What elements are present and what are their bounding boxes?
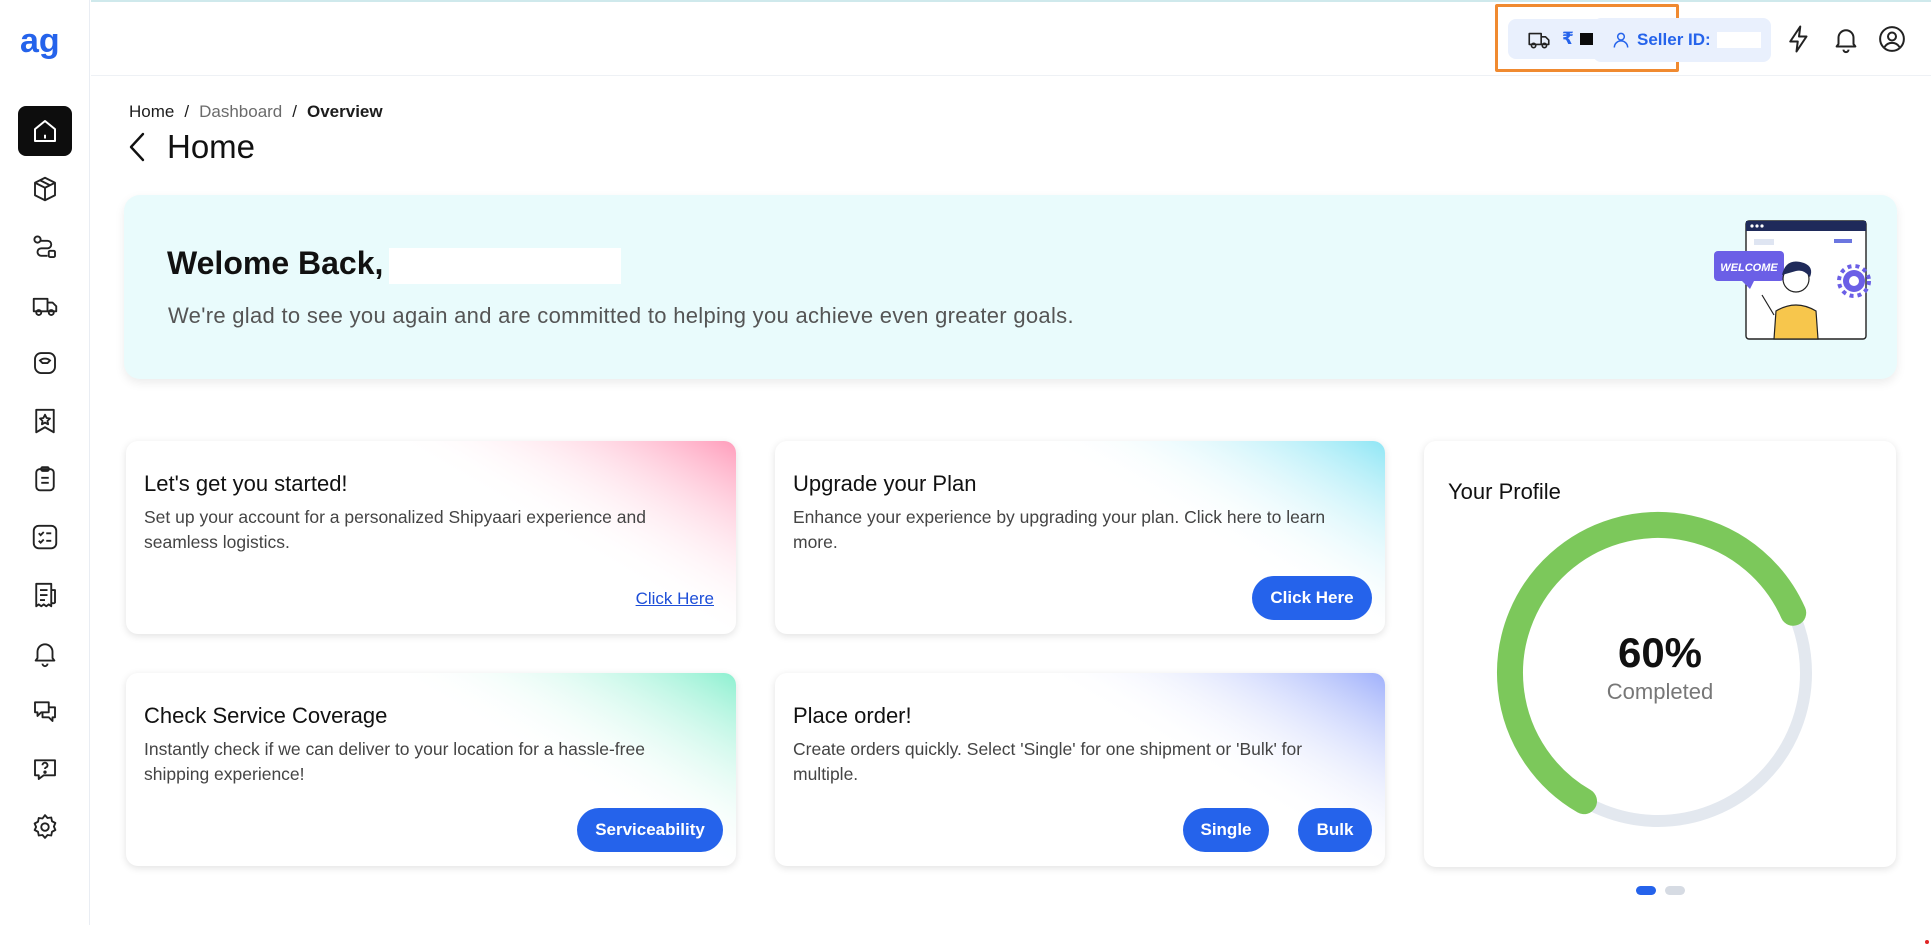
card-title: Place order! xyxy=(793,703,912,728)
sidebar-item-routes[interactable] xyxy=(18,222,72,272)
welcome-illustration: WELCOME xyxy=(1714,220,1871,340)
breadcrumb-separator: / xyxy=(184,102,190,121)
brand-logo[interactable]: ag xyxy=(18,22,74,66)
user-name-redacted xyxy=(389,247,622,284)
sidebar-item-billing[interactable] xyxy=(18,570,72,620)
page-title: Home xyxy=(125,128,255,166)
status-dot xyxy=(1925,940,1929,944)
sidebar-item-reports[interactable] xyxy=(18,454,72,504)
carousel-dot-active[interactable] xyxy=(1636,886,1656,895)
breadcrumb-dashboard[interactable]: Dashboard xyxy=(199,102,282,122)
clipboard-icon xyxy=(35,466,55,492)
wallet-currency: ₹ xyxy=(1562,29,1574,48)
route-icon xyxy=(33,235,56,258)
bulk-order-button[interactable]: Bulk xyxy=(1298,808,1372,852)
profile-status: Completed xyxy=(1606,679,1714,704)
get-started-click-here-link[interactable]: Click Here xyxy=(636,589,714,609)
card-title: Upgrade your Plan xyxy=(793,471,977,496)
welcome-banner: Welome Back, We're glad to see you again… xyxy=(124,195,1897,379)
account-icon[interactable] xyxy=(1877,24,1907,54)
lightning-icon[interactable] xyxy=(1784,24,1814,54)
bell-icon xyxy=(34,643,56,668)
serviceability-button[interactable]: Serviceability xyxy=(577,808,723,852)
breadcrumb-overview: Overview xyxy=(307,102,383,121)
profile-card: Your Profile 60% Completed xyxy=(1424,441,1896,867)
help-icon xyxy=(34,759,56,780)
card-text: Create orders quickly. Select 'Single' f… xyxy=(793,739,1303,784)
service-coverage-card: Check Service Coverage Instantly check i… xyxy=(126,673,736,866)
sidebar-item-notifications[interactable] xyxy=(18,628,72,678)
sidebar-item-home[interactable] xyxy=(18,106,72,156)
user-icon xyxy=(1613,32,1629,48)
upgrade-plan-card: Upgrade your Plan Enhance your experienc… xyxy=(775,441,1385,634)
back-chevron-icon[interactable] xyxy=(125,130,149,164)
receipt-icon xyxy=(35,582,56,608)
welcome-message: We're glad to see you again and are comm… xyxy=(168,303,1074,328)
sidebar-item-settings[interactable] xyxy=(18,802,72,852)
seller-id-label: Seller ID: xyxy=(1637,30,1711,49)
card-title: Check Service Coverage xyxy=(144,703,388,728)
get-started-card: Let's get you started! Set up your accou… xyxy=(126,441,736,634)
card-title: Let's get you started! xyxy=(144,471,348,496)
welcome-illustration-text: WELCOME xyxy=(1720,262,1778,274)
card-text: Set up your account for a personalized S… xyxy=(144,507,646,552)
sidebar: ag xyxy=(0,0,90,925)
weight-icon xyxy=(34,352,56,374)
top-bar: ₹ Seller ID: xyxy=(91,0,1931,76)
breadcrumb: Home / Dashboard / Overview xyxy=(129,102,383,122)
page-title-text: Home xyxy=(167,128,256,165)
wallet-truck-icon xyxy=(1528,32,1550,49)
carousel-dots xyxy=(1636,886,1685,895)
seller-id-redacted xyxy=(1716,32,1761,48)
box-icon xyxy=(34,176,56,202)
sidebar-item-shipments[interactable] xyxy=(18,280,72,330)
welcome-greeting: Welome Back, xyxy=(167,245,622,284)
breadcrumb-home[interactable]: Home xyxy=(129,102,174,122)
carousel-dot[interactable] xyxy=(1665,886,1685,895)
badge-star-icon xyxy=(35,408,55,434)
checklist-icon xyxy=(32,524,58,550)
chat-icon xyxy=(34,701,56,722)
sidebar-item-support-chat[interactable] xyxy=(18,686,72,736)
sidebar-item-rewards[interactable] xyxy=(18,396,72,446)
upgrade-click-here-button[interactable]: Click Here xyxy=(1252,576,1372,620)
single-order-button[interactable]: Single xyxy=(1183,808,1269,852)
home-icon xyxy=(34,120,56,142)
sidebar-item-help[interactable] xyxy=(18,744,72,794)
card-text: Enhance your experience by upgrading you… xyxy=(793,507,1326,552)
sidebar-item-orders[interactable] xyxy=(18,164,72,214)
gear-icon xyxy=(33,814,57,839)
breadcrumb-separator: / xyxy=(292,102,297,121)
seller-id-badge[interactable]: Seller ID: xyxy=(1593,18,1771,62)
place-order-card: Place order! Create orders quickly. Sele… xyxy=(775,673,1385,866)
profile-title: Your Profile xyxy=(1448,479,1561,504)
profile-percent: 60% xyxy=(1617,629,1703,676)
truck-icon xyxy=(32,297,58,316)
brand-logo-text: ag xyxy=(20,22,60,60)
sidebar-item-weight[interactable] xyxy=(18,338,72,388)
welcome-greeting-text: Welome Back, xyxy=(167,245,384,281)
sidebar-item-tasks[interactable] xyxy=(18,512,72,562)
notification-bell-icon[interactable] xyxy=(1831,24,1861,54)
card-text: Instantly check if we can deliver to you… xyxy=(144,739,645,784)
